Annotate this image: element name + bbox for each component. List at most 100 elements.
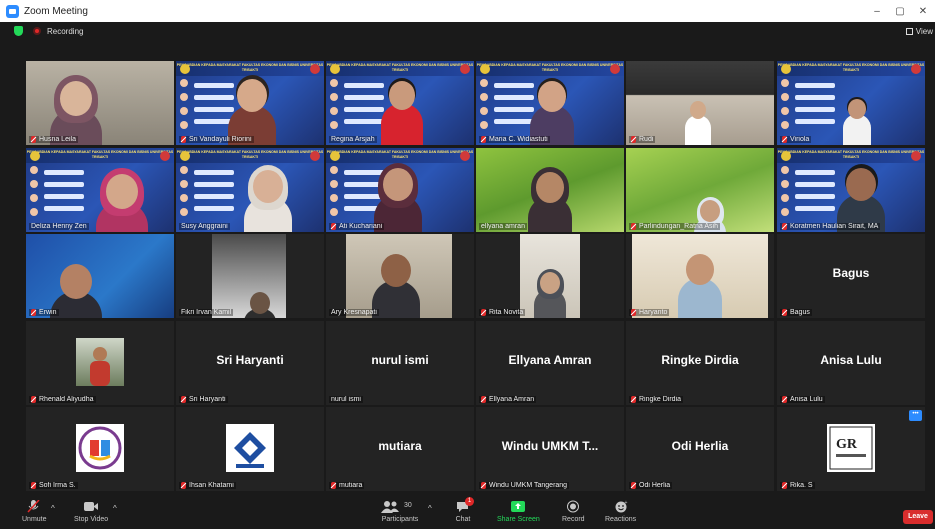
recording-icon: [33, 27, 41, 35]
muted-microphone-icon: [481, 309, 486, 316]
unmute-button[interactable]: Unmute: [22, 499, 47, 529]
participant-name: Ary Kresnapati: [331, 309, 377, 316]
participant-tile[interactable]: PENGABDIAN KEPADA MASYARAKAT FAKULTAS EK…: [326, 148, 474, 232]
share-screen-icon: [510, 500, 526, 513]
participant-display-name: Ellyana Amran: [508, 353, 592, 367]
reactions-label: Reactions: [605, 516, 637, 523]
participant-tile[interactable]: Anisa Lulu Anisa Lulu: [777, 321, 925, 405]
participant-tile[interactable]: Sri Haryanti Sri Haryanti: [176, 321, 324, 405]
participants-options-caret[interactable]: ^: [428, 504, 432, 529]
participant-video-feed: [26, 61, 174, 145]
participant-name: Bagus: [790, 309, 810, 316]
chat-label: Chat: [455, 516, 471, 523]
audio-options-caret[interactable]: ^: [51, 504, 55, 529]
view-button[interactable]: View: [905, 22, 935, 40]
participant-tile[interactable]: GR Rika. S: [777, 407, 925, 491]
muted-microphone-icon: [31, 396, 36, 403]
participant-tile[interactable]: Ary Kresnapati: [326, 234, 474, 318]
chat-icon: 1: [455, 497, 474, 513]
zoom-meeting-window: Zoom Meeting – ▢ ✕ Recording View Husna …: [0, 0, 935, 529]
participant-tile[interactable]: Rhenald Aliyudha: [26, 321, 174, 405]
profile-picture: GR: [827, 424, 875, 472]
participant-display-name: Odi Herlia: [671, 439, 729, 453]
maximize-button[interactable]: ▢: [889, 0, 911, 22]
participant-name: Sri Haryanti: [189, 396, 226, 403]
participant-display-name: Ringke Dirdia: [661, 353, 739, 367]
participant-tile[interactable]: PENGABDIAN KEPADA MASYARAKAT FAKULTAS EK…: [777, 61, 925, 145]
participant-name: Ringke Dirdia: [639, 396, 682, 403]
record-label: Record: [562, 516, 585, 523]
participant-name-label: Rudi: [629, 136, 656, 143]
muted-microphone-icon: [631, 136, 636, 143]
reactions-button[interactable]: + Reactions: [605, 500, 636, 529]
participant-name: Parlindungan_Ratna Asih: [639, 223, 719, 230]
participant-video-feed: [476, 61, 624, 145]
participant-video-feed: [176, 148, 324, 232]
participant-name: mutiara: [339, 482, 363, 489]
participant-tile[interactable]: Sofi Irma S.: [26, 407, 174, 491]
participant-tile[interactable]: nurul ismi nurul ismi: [326, 321, 474, 405]
participant-tile[interactable]: PENGABDIAN KEPADA MASYARAKAT FAKULTAS EK…: [26, 148, 174, 232]
participant-name-label: Deliza Henny Zen: [29, 223, 89, 230]
participant-tile[interactable]: Fikri Irvan Kamil: [176, 234, 324, 318]
chat-button[interactable]: 1 Chat: [455, 497, 474, 529]
participant-tile[interactable]: Parlindungan_Ratna Asih: [626, 148, 774, 232]
participant-name: Regina Arsjah: [331, 136, 375, 143]
participant-tile[interactable]: Ihsan Khatami: [176, 407, 324, 491]
emoji-reactions-icon: +: [613, 500, 629, 513]
view-label: View: [915, 26, 933, 36]
participant-name-label: Viriola: [780, 136, 812, 143]
participant-tile[interactable]: Haryanto: [626, 234, 774, 318]
gallery-view: Husna Leila PENGABDIAN KEPADA MASYARAKAT …: [26, 61, 926, 491]
participant-tile[interactable]: PENGABDIAN KEPADA MASYARAKAT FAKULTAS EK…: [777, 148, 925, 232]
muted-microphone-icon: [331, 482, 336, 489]
participant-name-label: Ringke Dirdia: [629, 396, 684, 403]
muted-microphone-icon: [31, 309, 36, 316]
participant-name-label: Fikri Irvan Kamil: [179, 309, 234, 316]
record-button[interactable]: Record: [562, 500, 585, 529]
more-options-icon[interactable]: •••: [909, 410, 922, 421]
participant-tile[interactable]: Odi Herlia Odi Herlia: [626, 407, 774, 491]
participant-tile[interactable]: Erwin: [26, 234, 174, 318]
participant-tile[interactable]: Ellyana Amran Ellyana Amran: [476, 321, 624, 405]
participant-tile[interactable]: Ringke Dirdia Ringke Dirdia: [626, 321, 774, 405]
participant-name-label: Maria C. Widiastuti: [479, 136, 550, 143]
participant-tile[interactable]: PENGABDIAN KEPADA MASYARAKAT FAKULTAS EK…: [176, 61, 324, 145]
muted-microphone-icon: [31, 482, 36, 489]
zoom-logo-icon: [6, 4, 19, 18]
participant-tile[interactable]: Windu UMKM T... Windu UMKM Tangerang: [476, 407, 624, 491]
participant-tile[interactable]: Rudi: [626, 61, 774, 145]
recording-label: Recording: [47, 26, 84, 36]
window-title: Zoom Meeting: [24, 5, 88, 17]
share-screen-button[interactable]: Share Screen: [497, 500, 540, 529]
participant-name: Viriola: [790, 136, 810, 143]
muted-microphone-icon: [782, 396, 787, 403]
muted-microphone-icon: [782, 223, 787, 230]
participant-tile[interactable]: PENGABDIAN KEPADA MASYARAKAT FAKULTAS EK…: [176, 148, 324, 232]
participant-tile[interactable]: PENGABDIAN KEPADA MASYARAKAT FAKULTAS EK…: [326, 61, 474, 145]
participant-name-label: Sofi Irma S.: [29, 482, 78, 489]
participant-tile[interactable]: ellyana amran: [476, 148, 624, 232]
meeting-status-bar: Recording View: [0, 22, 935, 40]
participant-display-name: Bagus: [832, 266, 870, 280]
participant-video-feed: [326, 234, 474, 318]
participant-tile[interactable]: PENGABDIAN KEPADA MASYARAKAT FAKULTAS EK…: [476, 61, 624, 145]
stop-video-button[interactable]: Stop Video: [74, 500, 108, 529]
muted-microphone-icon: [782, 309, 787, 316]
muted-microphone-icon: [331, 223, 336, 230]
participant-tile[interactable]: Rita Novita: [476, 234, 624, 318]
participant-video-feed: [476, 234, 624, 318]
participant-name: Rudi: [639, 136, 654, 143]
participant-name-label: mutiara: [329, 482, 365, 489]
participant-tile[interactable]: Husna Leila: [26, 61, 174, 145]
close-button[interactable]: ✕: [912, 0, 934, 22]
participant-tile[interactable]: Bagus Bagus: [777, 234, 925, 318]
muted-microphone-icon: [782, 482, 787, 489]
participant-tile[interactable]: mutiara mutiara: [326, 407, 474, 491]
video-options-caret[interactable]: ^: [113, 504, 117, 529]
participants-button[interactable]: 30 Participants: [380, 500, 420, 529]
minimize-button[interactable]: –: [866, 0, 888, 22]
encryption-shield-icon[interactable]: [14, 26, 23, 36]
participant-video-feed: [777, 61, 925, 145]
leave-button[interactable]: Leave: [903, 510, 933, 524]
